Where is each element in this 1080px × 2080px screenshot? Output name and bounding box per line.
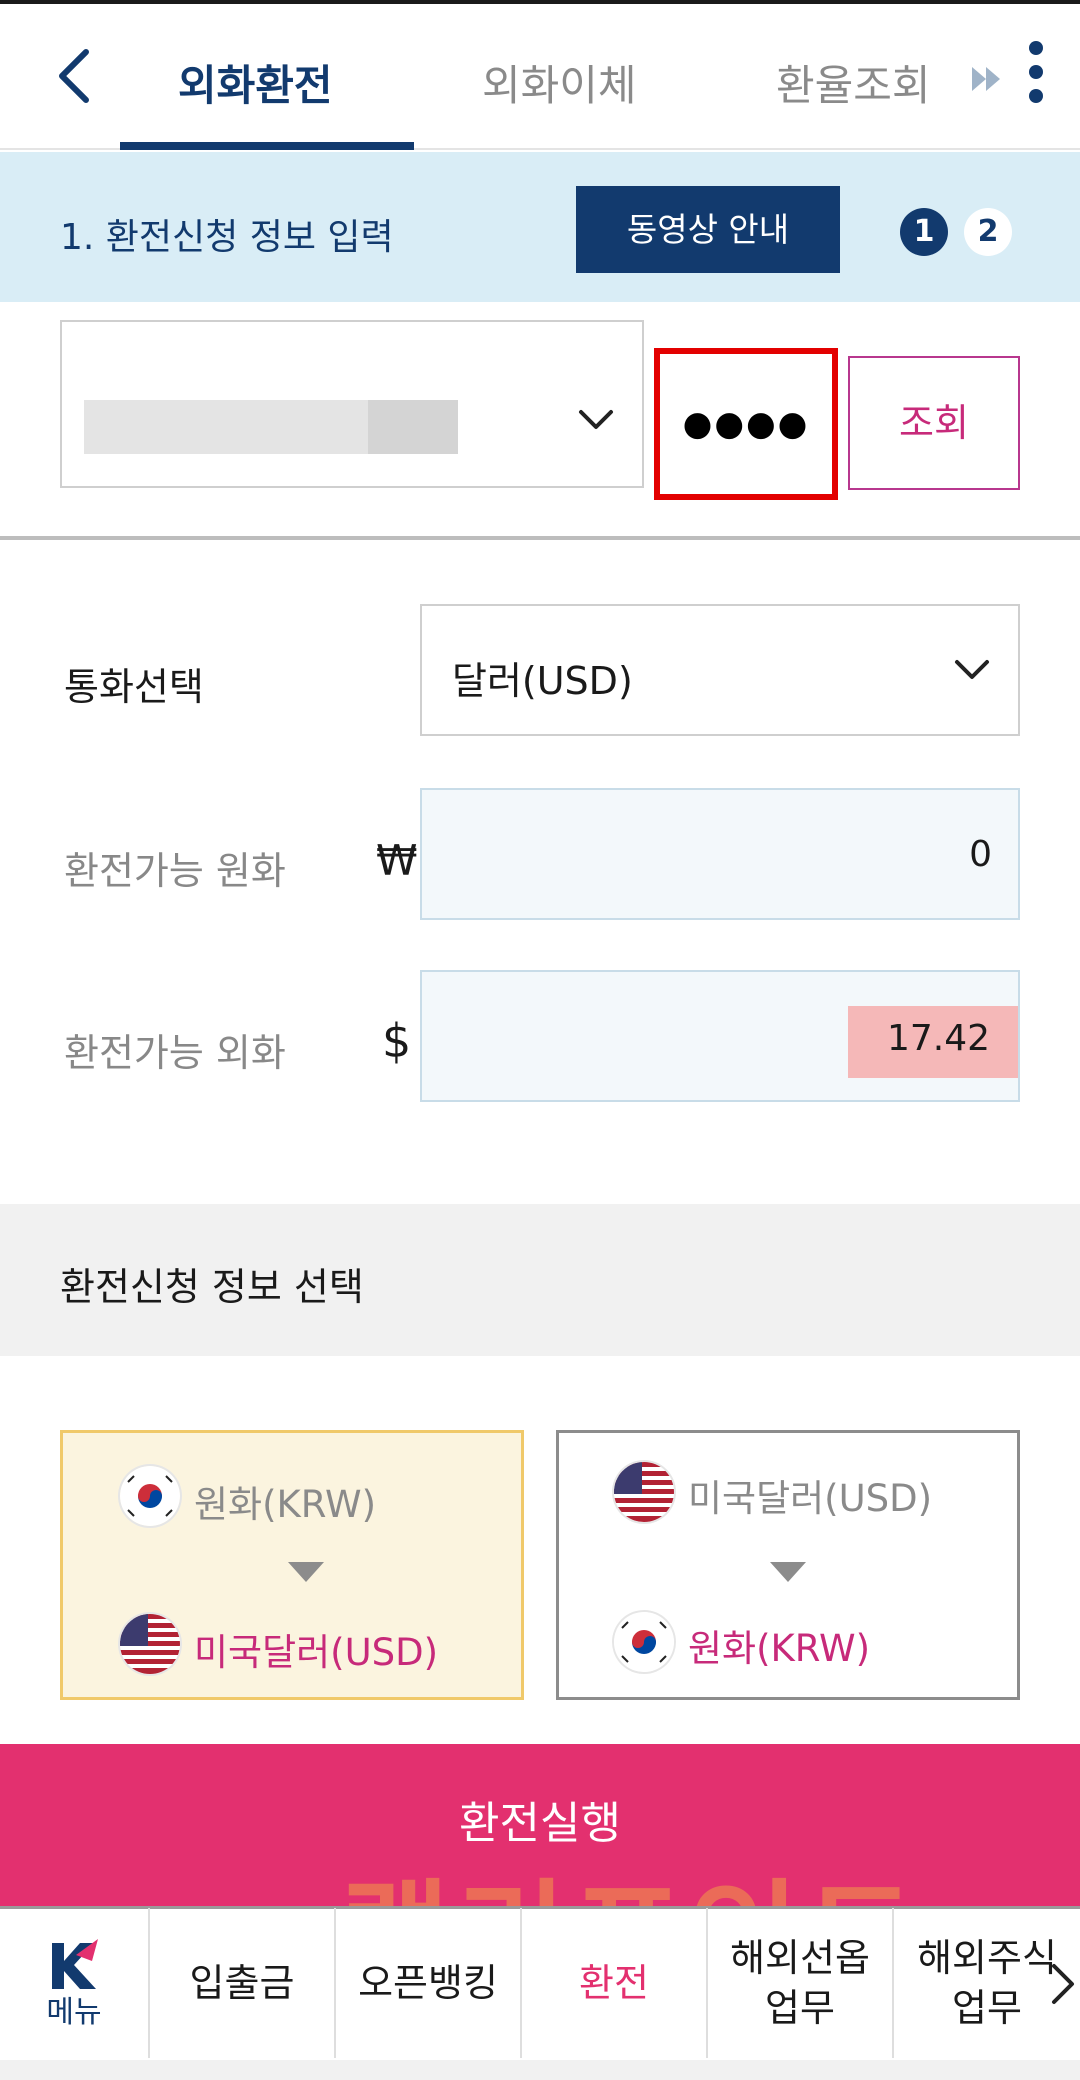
back-icon[interactable] — [50, 46, 100, 106]
currency-label: 통화선택 — [64, 665, 204, 709]
divider — [0, 536, 1080, 540]
nav-overseas-futures[interactable]: 해외선옵업무 — [708, 1908, 894, 2058]
arrow-down-icon — [288, 1562, 324, 1582]
chevron-down-icon — [578, 408, 614, 432]
nav-deposit-withdraw[interactable]: 입출금 — [150, 1908, 336, 2058]
more-options-icon[interactable] — [1026, 40, 1046, 110]
chevron-right-icon[interactable] — [1050, 1962, 1076, 2006]
nav-menu[interactable]: 메뉴 — [0, 1908, 150, 2058]
section-title: 환전신청 정보 선택 — [60, 1265, 364, 1309]
korea-flag-icon — [614, 1612, 674, 1672]
arrow-down-icon — [770, 1562, 806, 1582]
tab-fx-exchange[interactable]: 외화환전 — [178, 52, 333, 113]
step-indicator-2: 2 — [964, 208, 1012, 256]
chevron-down-icon — [954, 658, 990, 682]
option-from-currency: 원화(KRW) — [194, 1483, 377, 1526]
usd-symbol: $ — [382, 1014, 412, 1068]
scroll-tabs-icon[interactable] — [970, 64, 1006, 94]
nav-menu-label: 메뉴 — [46, 1995, 102, 2030]
option-to-currency: 원화(KRW) — [688, 1627, 871, 1670]
nav-label: 업무 — [952, 1986, 1022, 2030]
usa-flag-icon — [614, 1462, 674, 1522]
step-indicator-1: 1 — [900, 208, 948, 256]
account-number-redacted — [84, 400, 368, 454]
krw-symbol: ₩ — [376, 836, 418, 885]
tab-fx-transfer[interactable]: 외화이체 — [482, 52, 637, 113]
krw-available-label: 환전가능 원화 — [64, 849, 286, 893]
video-guide-button[interactable]: 동영상 안내 — [576, 186, 840, 273]
nav-label: 환전 — [579, 1961, 649, 2005]
password-field[interactable]: ●●●● — [654, 348, 838, 500]
tab-rate-inquiry[interactable]: 환율조회 — [776, 52, 931, 113]
option-from-currency: 미국달러(USD) — [688, 1477, 933, 1520]
system-bar — [0, 2060, 1080, 2080]
korea-flag-icon — [120, 1466, 180, 1526]
fx-available-label: 환전가능 외화 — [64, 1031, 286, 1075]
option-to-currency: 미국달러(USD) — [194, 1631, 439, 1674]
usa-flag-icon — [120, 1614, 180, 1674]
account-number-redacted — [368, 400, 458, 454]
nav-label: 해외선옵 — [730, 1936, 870, 1980]
brand-logo-icon — [52, 1939, 98, 1989]
fx-available-value: 17.42 — [886, 1018, 990, 1059]
active-tab-indicator — [120, 142, 414, 150]
query-button[interactable]: 조회 — [848, 356, 1020, 490]
nav-label: 업무 — [765, 1986, 835, 2030]
nav-label: 입출금 — [189, 1961, 295, 2005]
currency-select-value: 달러(USD) — [452, 659, 633, 703]
step-title: 1. 환전신청 정보 입력 — [60, 217, 394, 258]
nav-exchange[interactable]: 환전 — [522, 1908, 708, 2058]
krw-available-value: 0 — [969, 834, 992, 875]
nav-label: 해외주식 — [917, 1936, 1057, 1980]
nav-open-banking[interactable]: 오픈뱅킹 — [336, 1908, 522, 2058]
nav-label: 오픈뱅킹 — [358, 1961, 498, 2005]
